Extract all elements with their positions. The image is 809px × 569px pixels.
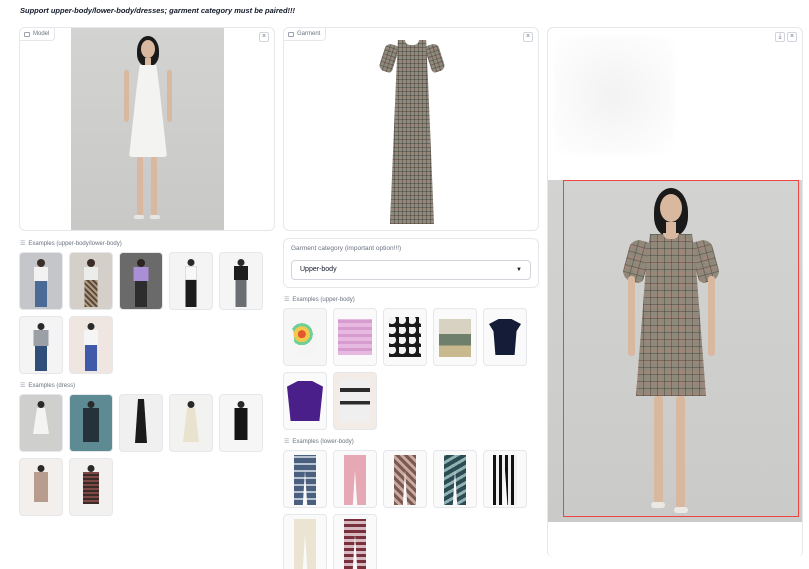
garment-category-select[interactable]: Upper-body ▼: [291, 260, 531, 280]
list-icon: ☰: [284, 297, 290, 303]
garment-image-panel[interactable]: Garment ×: [283, 27, 539, 231]
banner-text: Support upper-body/lower-body/dresses; g…: [20, 6, 296, 15]
garment-clear-button[interactable]: ×: [523, 32, 533, 42]
garment-category-block: Garment category (important option!!!) U…: [283, 238, 539, 288]
examples-grid-garment-lower: [283, 450, 527, 569]
examples-label-text: Examples (lower-body): [292, 438, 354, 445]
garment-category-label: Garment category (important option!!!): [291, 245, 402, 252]
examples-label-garment-upper: ☰ Examples (upper-body): [284, 296, 355, 304]
white-dress: [129, 65, 167, 157]
download-button[interactable]: ⤓: [775, 32, 785, 42]
example-thumb[interactable]: [119, 394, 163, 452]
model-clear-button[interactable]: ×: [259, 32, 269, 42]
model-image-panel[interactable]: Model ×: [19, 27, 275, 231]
list-icon: ☰: [284, 439, 290, 445]
detection-box: [563, 180, 799, 517]
example-thumb[interactable]: [19, 316, 63, 374]
example-thumb[interactable]: [433, 308, 477, 366]
example-thumb[interactable]: [333, 372, 377, 430]
list-icon: ☰: [20, 241, 26, 247]
example-thumb[interactable]: [69, 458, 113, 516]
garment-panel-label: Garment: [297, 30, 321, 37]
example-thumb[interactable]: [219, 394, 263, 452]
garment-panel-tag: Garment: [284, 28, 327, 41]
example-thumb[interactable]: [383, 450, 427, 508]
example-thumb[interactable]: [483, 308, 527, 366]
example-thumb[interactable]: [483, 450, 527, 508]
example-thumb[interactable]: [119, 252, 163, 310]
example-thumb[interactable]: [19, 458, 63, 516]
examples-grid-model-dress: [19, 394, 263, 516]
examples-grid-model-upper-lower: [19, 252, 263, 374]
example-thumb[interactable]: [433, 450, 477, 508]
image-icon: [288, 31, 294, 37]
model-photo: [71, 28, 224, 230]
examples-label-text: Examples (upper-body): [292, 296, 355, 303]
chevron-down-icon: ▼: [516, 267, 522, 273]
example-thumb[interactable]: [283, 372, 327, 430]
result-clear-button[interactable]: ×: [787, 32, 797, 42]
example-thumb[interactable]: [333, 308, 377, 366]
garment-category-value: Upper-body: [300, 266, 337, 273]
examples-label-model-dress: ☰ Examples (dress): [20, 382, 76, 390]
examples-label-text: Examples (upper-body/lower-body): [28, 240, 122, 247]
examples-label-model-upper-lower: ☰ Examples (upper-body/lower-body): [20, 240, 122, 248]
example-thumb[interactable]: [283, 450, 327, 508]
example-thumb[interactable]: [219, 252, 263, 310]
list-icon: ☰: [20, 383, 26, 389]
examples-label-garment-lower: ☰ Examples (lower-body): [284, 438, 354, 446]
example-thumb[interactable]: [169, 252, 213, 310]
examples-grid-garment-upper: [283, 308, 527, 430]
image-icon: [24, 31, 30, 37]
model-panel-label: Model: [33, 30, 50, 37]
model-panel-tag: Model: [20, 28, 56, 41]
example-thumb[interactable]: [333, 450, 377, 508]
example-thumb[interactable]: [333, 514, 377, 569]
garment-photo: [374, 38, 450, 224]
blurred-preview: [554, 36, 674, 154]
example-thumb[interactable]: [169, 394, 213, 452]
example-thumb[interactable]: [283, 308, 327, 366]
example-thumb[interactable]: [19, 394, 63, 452]
example-thumb[interactable]: [69, 316, 113, 374]
result-image-panel: ⤓ ×: [547, 27, 803, 557]
example-thumb[interactable]: [19, 252, 63, 310]
example-thumb[interactable]: [383, 308, 427, 366]
examples-label-text: Examples (dress): [28, 382, 76, 389]
example-thumb[interactable]: [69, 394, 113, 452]
example-thumb[interactable]: [69, 252, 113, 310]
example-thumb[interactable]: [283, 514, 327, 569]
